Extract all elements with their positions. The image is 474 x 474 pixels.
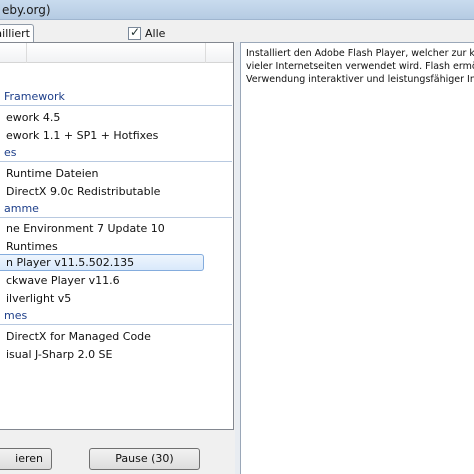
list-item[interactable]: DirectX 9.0c Redistributable [0,183,232,201]
group-divider [0,217,232,218]
all-checkbox-label: Alle [145,26,166,40]
column-divider[interactable] [205,43,206,63]
list-item[interactable]: ilverlight v5 [0,290,232,308]
item-label: isual J-Sharp 2.0 SE [6,348,113,361]
description-line: vieler Internetseiten verwendet wird. Fl… [246,61,474,72]
item-label: ework 4.5 [6,111,61,124]
group-label: amme [4,202,39,215]
pause-button[interactable]: Pause (30) [89,448,200,470]
list-item-selected[interactable]: n Player v11.5.502.135 [0,254,232,272]
tab-detailliert[interactable]: ailliert [0,24,34,42]
window-body: ailliert Alle Framework ework 4.5 ework … [0,20,474,474]
column-divider[interactable] [26,43,27,63]
tab-label: ailliert [0,27,30,40]
item-label: DirectX 9.0c Redistributable [6,185,161,198]
all-checkbox[interactable]: Alle [128,25,166,40]
group-header-framework[interactable]: Framework [0,90,232,106]
group-divider [0,161,232,162]
group-header-runtimes-2[interactable]: mes [0,309,232,325]
list-item[interactable]: DirectX for Managed Code [0,328,232,346]
item-label: Runtime Dateien [6,167,99,180]
item-label: n Player v11.5.502.135 [6,256,135,269]
list-item[interactable]: isual J-Sharp 2.0 SE [0,346,232,364]
list-item[interactable]: ne Environment 7 Update 10 [0,220,232,238]
description-line: Installiert den Adobe Flash Player, welc… [246,48,474,59]
group-divider [0,105,232,106]
item-label: ework 1.1 + SP1 + Hotfixes [6,129,159,142]
list-item[interactable]: ework 1.1 + SP1 + Hotfixes [0,127,232,145]
item-label: Runtimes [6,240,58,253]
install-button[interactable]: ieren [0,448,52,470]
group-label: mes [4,309,28,322]
list-column-header[interactable] [0,43,233,63]
item-label: ilverlight v5 [6,292,72,305]
group-label: es [4,146,17,159]
window-title: eby.org) [2,3,51,17]
checkmark-icon[interactable] [128,25,141,40]
group-header-programme[interactable]: amme [0,202,232,218]
item-label: DirectX for Managed Code [6,330,151,343]
group-label: Framework [4,90,65,103]
list-item[interactable]: Runtime Dateien [0,165,232,183]
group-divider [0,324,232,325]
list-item[interactable]: ework 4.5 [0,109,232,127]
description-text: Installiert den Adobe Flash Player, welc… [246,47,474,86]
title-bar: eby.org) [0,0,474,20]
group-header-runtimes[interactable]: es [0,146,232,162]
item-label: ne Environment 7 Update 10 [6,222,165,235]
item-label: ckwave Player v11.6 [6,274,120,287]
package-list[interactable]: Framework ework 4.5 ework 1.1 + SP1 + Ho… [0,42,234,430]
list-item[interactable]: ckwave Player v11.6 [0,272,232,290]
description-line: Verwendung interaktiver und leistungsfäh… [246,74,474,85]
description-panel: Installiert den Adobe Flash Player, welc… [240,42,474,474]
